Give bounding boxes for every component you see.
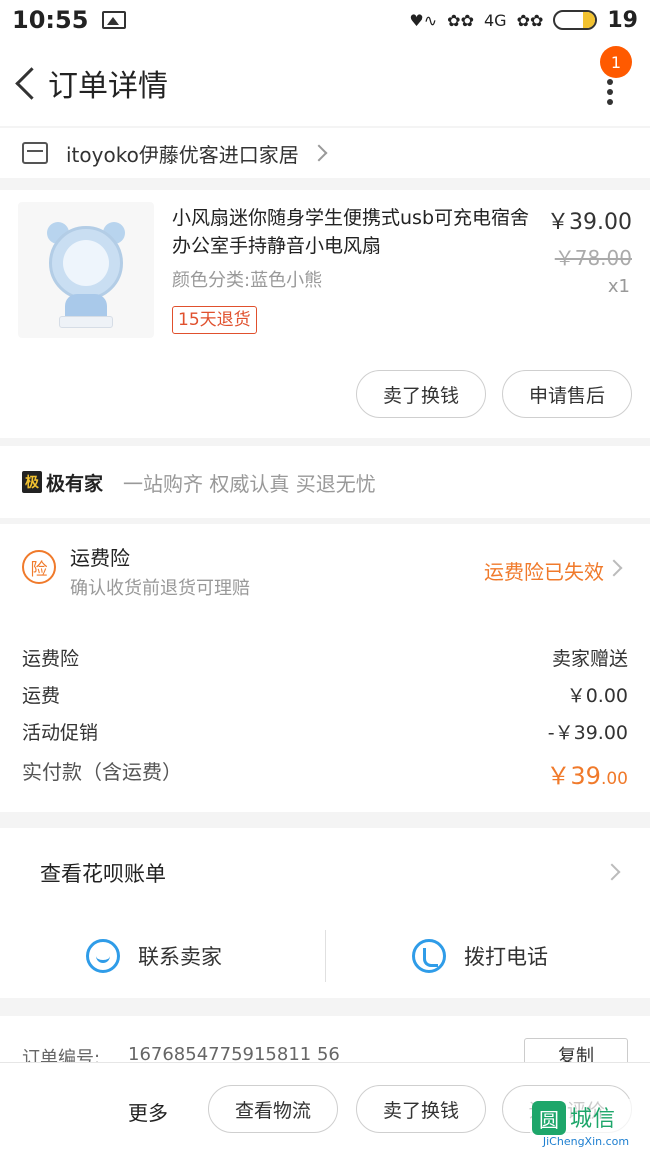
contact-seller-button[interactable]: 联系卖家 [86,936,222,976]
watermark-text: 城信 [570,1107,617,1132]
fee-value: ￥0.00 [566,685,628,707]
phone-icon [412,939,446,973]
original-price: ￥78.00 [554,246,632,270]
return-policy-tag: 15天退货 [172,306,257,334]
chevron-right-icon [310,144,328,162]
fee-label: 运费 [22,685,61,707]
fee-label: 运费险 [22,648,80,670]
watermark-url: JiChengXin.com [542,1135,630,1148]
watermark-logo-icon: 圆 [532,1101,566,1135]
total-value-decimal: .00 [600,769,628,789]
call-phone-label: 拨打电话 [464,945,548,969]
jiyoujia-slogan: 一站购齐 权威认真 买退无忧 [123,471,376,496]
huabei-section: 查看花呗账单 联系卖家 拨打电话 [0,828,650,998]
notification-badge: 1 [600,46,632,78]
total-value-main: ￥39 [546,762,601,790]
insurance-icon: 险 [22,550,56,584]
status-time: 10:55 [12,6,89,34]
status-icons: ♥∿ ✿✿ 4G ✿✿ 19 [409,8,638,33]
more-options-icon[interactable] [600,72,620,112]
product-quantity: x1 [607,276,630,297]
chevron-right-icon[interactable] [605,559,623,577]
fee-label: 活动促销 [22,722,99,744]
fan-illustration [41,210,131,330]
product-card: 小风扇迷你随身学生便携式usb可充电宿舍办公室手持静音小电风扇 颜色分类:蓝色小… [0,190,650,438]
insurance-status[interactable]: 运费险已失效 [484,556,604,585]
signal-icon: ✿✿ [447,10,474,30]
site-watermark: 圆 城信 JiChengXin.com [530,1099,642,1151]
fee-value: 卖家赠送 [551,648,628,670]
status-bar: 10:55 ♥∿ ✿✿ 4G ✿✿ 19 [0,0,650,40]
fee-value: -￥39.00 [547,722,628,744]
network-type: 4G [483,10,507,30]
jiyoujia-logo-icon: 极 [22,471,42,493]
sell-button-bottom[interactable]: 卖了换钱 [356,1085,486,1133]
nav-bar: 订单详情 1 [0,40,650,126]
wifi-icon: ♥∿ [409,10,438,30]
huabei-bill-link[interactable]: 查看花呗账单 [40,858,166,888]
shop-icon [22,142,48,164]
jiyoujia-logo-text: 极有家 [46,472,104,495]
back-icon[interactable] [4,40,48,126]
chat-icon [86,939,120,973]
fee-row: 活动促销 -￥39.00 [22,718,628,745]
signal-icon-2: ✿✿ [516,10,544,30]
shop-name: itoyoko伊藤优客进口家居 [66,142,299,167]
total-row: 实付款（含运费） ￥39.00 [22,756,628,791]
more-button[interactable]: 更多 [128,1097,168,1126]
product-name[interactable]: 小风扇迷你随身学生便携式usb可充电宿舍办公室手持静音小电风扇 [172,204,534,260]
chevron-right-icon[interactable] [603,863,621,881]
after-sale-button[interactable]: 申请售后 [502,370,632,418]
contact-seller-label: 联系卖家 [138,945,222,969]
total-label: 实付款（含运费） [22,760,182,784]
product-price: ￥39.00 [547,210,632,235]
total-value: ￥39.00 [546,756,628,791]
order-info: 订单编号: 1676854775915811 56 复制 [0,1016,650,1072]
page-title: 订单详情 [48,69,168,104]
divider [325,930,326,982]
insurance-section: 险 运费险 确认收货前退货可理赔 运费险已失效 运费险 卖家赠送 运费 ￥0.0… [0,524,650,812]
jiyoujia-banner: 极 极有家 一站购齐 权威认真 买退无忧 [0,446,650,518]
battery-icon [553,10,598,30]
fee-row: 运费险 卖家赠送 [22,644,628,671]
image-notification-icon [102,11,127,29]
insurance-title: 运费险 [70,546,130,570]
call-phone-button[interactable]: 拨打电话 [412,936,548,976]
product-sku: 颜色分类:蓝色小熊 [172,270,323,291]
fee-row: 运费 ￥0.00 [22,681,628,708]
insurance-subtitle: 确认收货前退货可理赔 [70,578,250,599]
battery-level: 19 [607,7,638,33]
sell-button[interactable]: 卖了换钱 [356,370,486,418]
view-logistics-button[interactable]: 查看物流 [208,1085,338,1133]
product-image[interactable] [18,202,154,338]
shop-row[interactable]: itoyoko伊藤优客进口家居 [0,128,650,178]
